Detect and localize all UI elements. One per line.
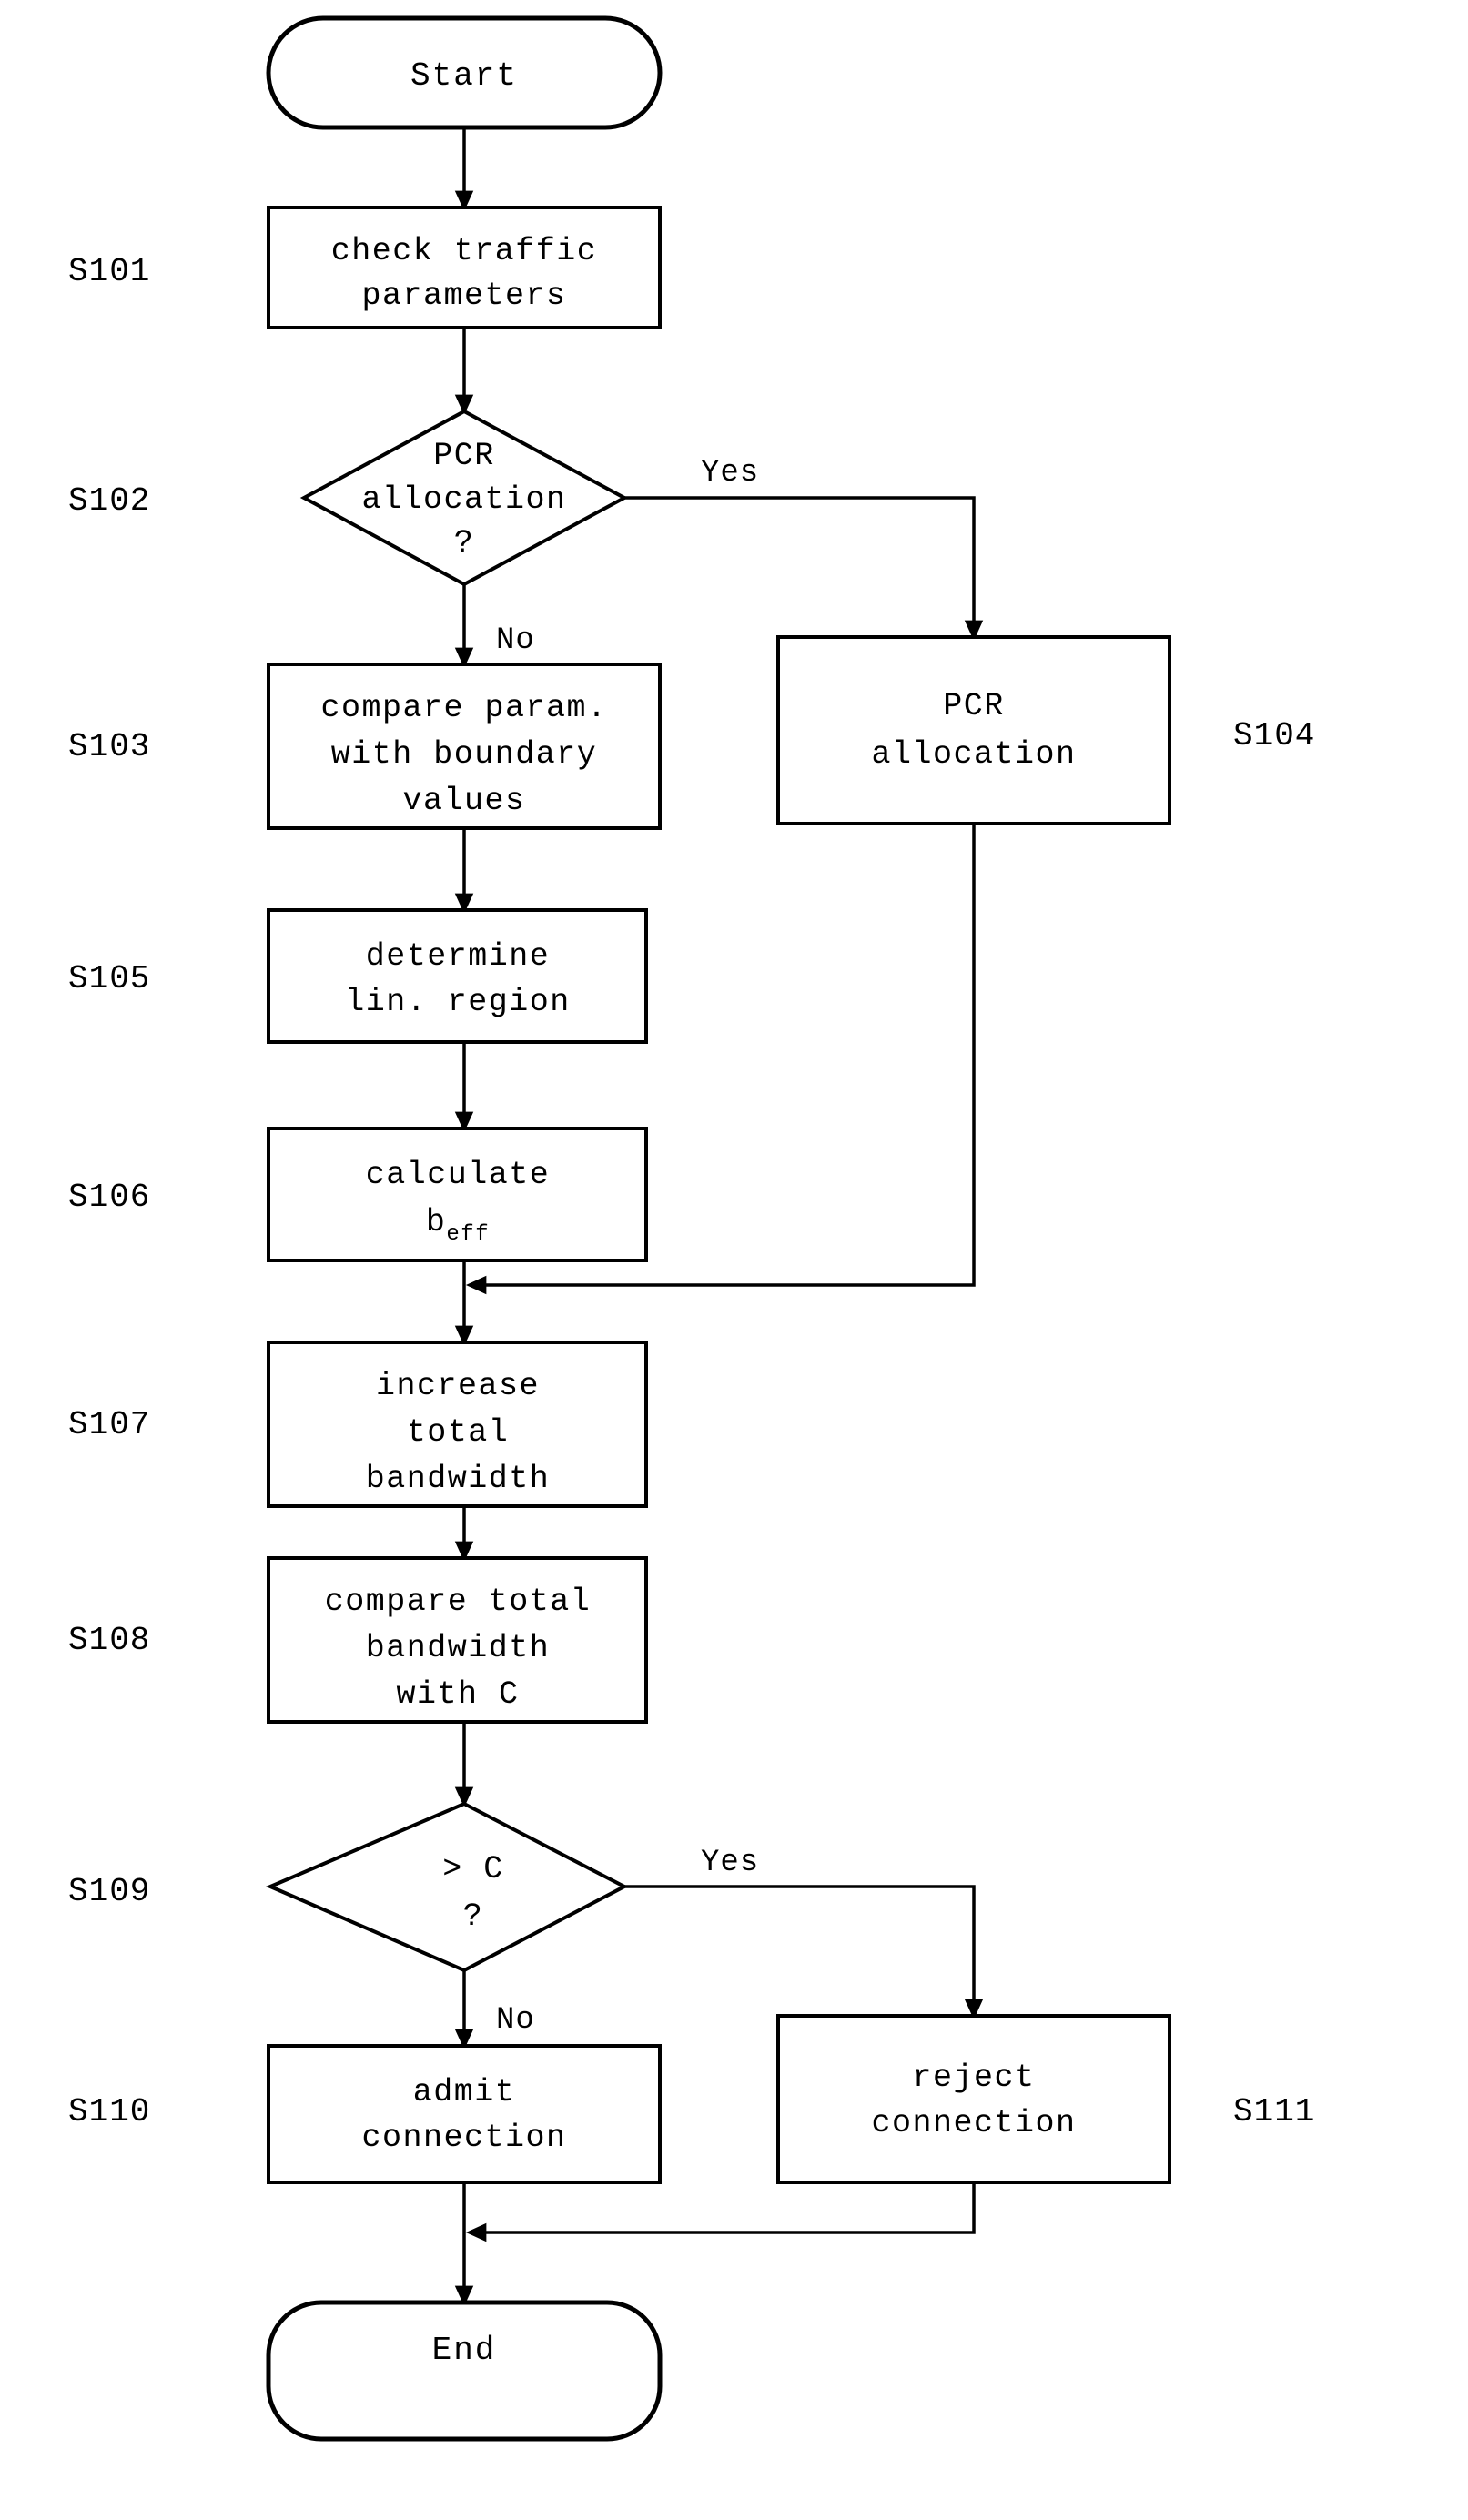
node-s107-line3: bandwidth (366, 1461, 551, 1497)
flowchart-figure: Start check traffic parameters S101 PCR … (0, 0, 1468, 2520)
node-s105-line1: determine (366, 938, 551, 975)
node-s107-line2: total (407, 1414, 510, 1451)
node-s102-line1: PCR (433, 438, 495, 474)
node-s104-line1: PCR (943, 688, 1005, 724)
node-end-label: End (432, 2332, 497, 2369)
edge-label-s102-no: No (496, 623, 535, 658)
edge-label-s109-no: No (496, 2003, 535, 2038)
step-label-s105: S105 (68, 960, 150, 997)
node-s110 (267, 2044, 662, 2184)
step-label-s108: S108 (68, 1622, 150, 1659)
node-s104 (776, 635, 1171, 825)
node-s111-line1: reject (912, 2060, 1035, 2096)
step-label-s101: S101 (68, 253, 150, 290)
node-s103-line1: compare param. (320, 690, 607, 726)
node-s109-line2: ? (463, 1898, 484, 1935)
node-s106-beff-sub: eff (446, 1222, 490, 1247)
node-s106-beff-base: b (426, 1204, 447, 1240)
node-s107-line1: increase (376, 1368, 540, 1404)
node-s108-line3: with C (396, 1676, 519, 1713)
node-s104-line2: allocation (871, 736, 1076, 773)
step-label-s107: S107 (68, 1406, 150, 1443)
node-s108-line1: compare total (325, 1584, 592, 1620)
node-s101-line1: check traffic (331, 233, 598, 269)
edge-s109-yes-to-s111 (624, 1885, 984, 2020)
step-label-s111: S111 (1233, 2093, 1315, 2130)
node-s110-line2: connection (361, 2120, 566, 2156)
step-label-s110: S110 (68, 2093, 150, 2130)
step-label-s104: S104 (1233, 717, 1315, 754)
step-label-s106: S106 (68, 1179, 150, 1216)
node-s110-line1: admit (413, 2074, 516, 2110)
edge-s102-yes-to-s104 (624, 496, 984, 642)
node-s102-line2: allocation (361, 481, 566, 518)
step-label-s109: S109 (68, 1873, 150, 1910)
node-s111-line2: connection (871, 2105, 1076, 2141)
node-start-label: Start (410, 57, 518, 95)
node-s102-line3: ? (454, 525, 475, 562)
node-s108-line2: bandwidth (366, 1630, 551, 1666)
node-s105-line2: lin. region (345, 984, 571, 1020)
step-label-s102: S102 (68, 482, 150, 520)
step-label-s103: S103 (68, 728, 150, 765)
node-s101-line2: parameters (361, 278, 566, 314)
node-s109-line1: > C (442, 1851, 504, 1887)
edge-label-s109-yes: Yes (701, 1846, 759, 1880)
edge-label-s102-yes: Yes (701, 456, 759, 491)
node-end (266, 2300, 663, 2442)
node-s103-line3: values (402, 783, 525, 819)
node-s111 (776, 2014, 1171, 2184)
flowchart-canvas: Start check traffic parameters S101 PCR … (68, 15, 1315, 2442)
edge-s111-to-merge (465, 2182, 976, 2242)
node-s103-line2: with boundary (331, 736, 598, 773)
node-s106-line1: calculate (366, 1157, 551, 1193)
node-s105 (267, 908, 648, 1044)
